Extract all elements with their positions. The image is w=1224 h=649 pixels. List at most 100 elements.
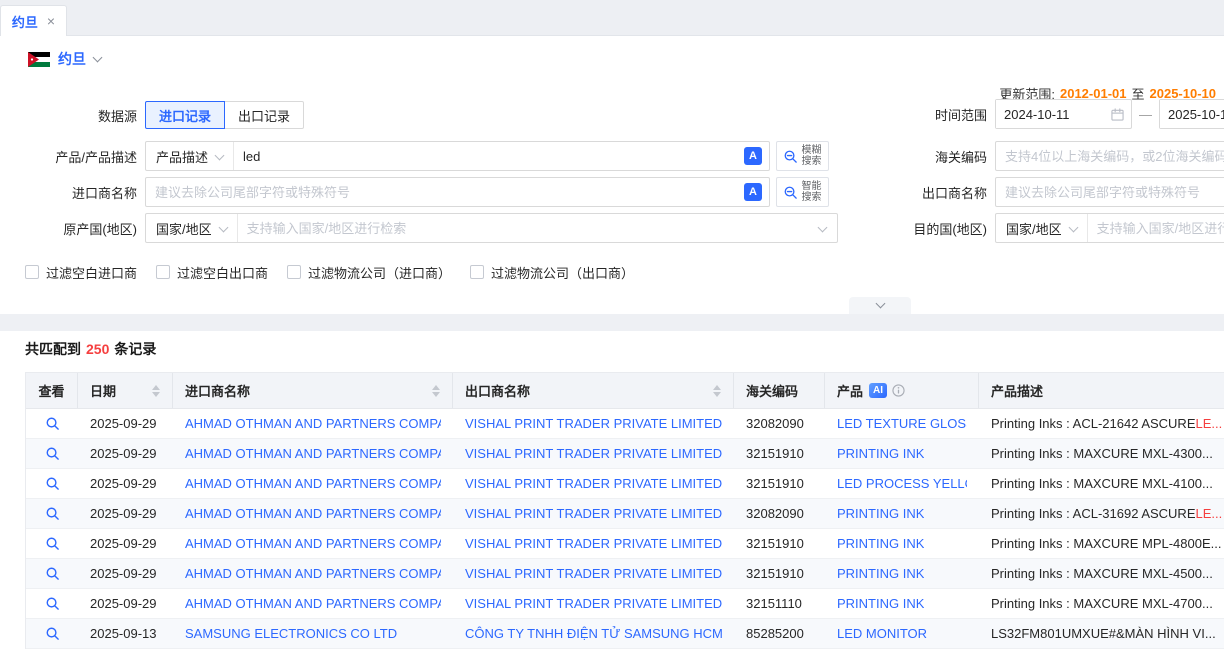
results-table: 查看 日期 进口商名称 出口商名称 海关编码 产品 AI 产品描述 [25,372,1224,649]
tab-export-records[interactable]: 出口记录 [224,101,304,129]
importer-search-input[interactable] [146,178,742,206]
importer-link[interactable]: AHMAD OTHMAN AND PARTNERS COMPA... [185,476,441,491]
importer-link[interactable]: AHMAD OTHMAN AND PARTNERS COMPA... [185,536,441,551]
cell-view [26,439,78,468]
view-record-icon[interactable] [45,566,60,581]
cell-description: Printing Inks : MAXCURE MXL-4100... [979,469,1224,498]
importer-link[interactable]: AHMAD OTHMAN AND PARTNERS COMPA... [185,506,441,521]
origin-row: 原产国(地区) 国家/地区 [0,213,838,243]
origin-label: 原产国(地区) [0,219,145,238]
translate-icon[interactable]: A [744,147,762,165]
table-row: 2025-09-29 AHMAD OTHMAN AND PARTNERS COM… [26,469,1224,499]
importer-link[interactable]: AHMAD OTHMAN AND PARTNERS COMPA... [185,446,441,461]
view-record-icon[interactable] [45,446,60,461]
col-exporter[interactable]: 出口商名称 [453,373,734,408]
sort-icon[interactable] [152,385,160,397]
view-record-icon[interactable] [45,506,60,521]
record-count: 250 [86,341,109,357]
hs-code-input[interactable] [996,142,1224,170]
exporter-search-input[interactable] [996,178,1224,206]
checkbox-icon[interactable] [25,265,39,279]
browser-tab-jordan[interactable]: 约旦 × [0,5,67,36]
cell-importer: AHMAD OTHMAN AND PARTNERS COMPA... [173,409,453,438]
checkbox-icon[interactable] [156,265,170,279]
cell-date: 2025-09-29 [78,559,173,588]
date-range-separator: — [1139,107,1152,122]
exporter-link[interactable]: VISHAL PRINT TRADER PRIVATE LIMITED [465,416,722,431]
origin-type-select[interactable]: 国家/地区 [146,214,238,242]
product-link[interactable]: PRINTING INK [837,446,924,461]
tab-close-icon[interactable]: × [47,14,55,28]
checkbox-icon[interactable] [287,265,301,279]
hs-code-field [995,141,1224,171]
importer-link[interactable]: AHMAD OTHMAN AND PARTNERS COMPA... [185,416,441,431]
smart-search-button[interactable]: 智能搜索 [776,177,829,207]
cell-hs-code: 32151910 [734,469,825,498]
filter-empty-importer[interactable]: 过滤空白进口商 [25,263,137,282]
product-link[interactable]: LED TEXTURE GLOSS ... [837,416,967,431]
view-record-icon[interactable] [45,476,60,491]
date-to-input[interactable] [1159,99,1224,129]
product-link[interactable]: PRINTING INK [837,506,924,521]
filter-logistics-importer[interactable]: 过滤物流公司（进口商） [287,263,451,282]
exporter-label: 出口商名称 [850,183,995,202]
cell-description: Printing Inks : MAXCURE MXL-4500... [979,559,1224,588]
exporter-link[interactable]: VISHAL PRINT TRADER PRIVATE LIMITED [465,446,722,461]
cell-description: Printing Inks : MAXCURE MXL-4300... [979,439,1224,468]
importer-link[interactable]: AHMAD OTHMAN AND PARTNERS COMPA... [185,566,441,581]
product-link[interactable]: LED PROCESS YELLOW... [837,476,967,491]
date-from-input[interactable] [995,99,1132,129]
col-importer[interactable]: 进口商名称 [173,373,453,408]
product-link[interactable]: PRINTING INK [837,566,924,581]
fuzzy-search-button[interactable]: 模糊搜索 [776,141,829,171]
destination-search-input[interactable] [1088,214,1224,242]
calendar-icon [1111,108,1124,121]
country-selector[interactable]: 约旦 [28,49,101,69]
product-link[interactable]: LED MONITOR [837,626,927,641]
view-record-icon[interactable] [45,416,60,431]
cell-exporter: VISHAL PRINT TRADER PRIVATE LIMITED [453,529,734,558]
exporter-link[interactable]: VISHAL PRINT TRADER PRIVATE LIMITED [465,506,722,521]
table-row: 2025-09-29 AHMAD OTHMAN AND PARTNERS COM… [26,499,1224,529]
product-link[interactable]: PRINTING INK [837,596,924,611]
exporter-link[interactable]: VISHAL PRINT TRADER PRIVATE LIMITED [465,476,722,491]
exporter-field [995,177,1224,207]
importer-link[interactable]: AHMAD OTHMAN AND PARTNERS COMPA... [185,596,441,611]
filter-checkboxes: 过滤空白进口商 过滤空白出口商 过滤物流公司（进口商） 过滤物流公司（出口商） [25,263,634,281]
exporter-link[interactable]: VISHAL PRINT TRADER PRIVATE LIMITED [465,596,722,611]
cell-hs-code: 32082090 [734,409,825,438]
filter-empty-exporter[interactable]: 过滤空白出口商 [156,263,268,282]
view-record-icon[interactable] [45,596,60,611]
product-search-input[interactable] [234,142,742,170]
translate-icon[interactable]: A [744,183,762,201]
date-from-value[interactable] [996,100,1111,128]
tab-import-records[interactable]: 进口记录 [145,101,225,129]
exporter-link[interactable]: VISHAL PRINT TRADER PRIVATE LIMITED [465,566,722,581]
hs-code-label: 海关编码 [850,147,995,166]
section-divider [0,314,1224,331]
checkbox-icon[interactable] [470,265,484,279]
date-to-value[interactable] [1160,100,1224,128]
view-record-icon[interactable] [45,536,60,551]
exporter-link[interactable]: CÔNG TY TNHH ĐIỆN TỬ SAMSUNG HCMC... [465,626,722,641]
product-link[interactable]: PRINTING INK [837,536,924,551]
cell-exporter: VISHAL PRINT TRADER PRIVATE LIMITED [453,559,734,588]
cell-importer: AHMAD OTHMAN AND PARTNERS COMPA... [173,439,453,468]
sort-icon[interactable] [432,385,440,397]
view-record-icon[interactable] [45,626,60,641]
exporter-link[interactable]: VISHAL PRINT TRADER PRIVATE LIMITED [465,536,722,551]
product-type-select[interactable]: 产品描述 [146,142,234,170]
origin-search-input[interactable] [238,214,815,242]
product-label: 产品/产品描述 [0,147,145,166]
filter-logistics-exporter[interactable]: 过滤物流公司（出口商） [470,263,634,282]
importer-link[interactable]: SAMSUNG ELECTRONICS CO LTD [185,626,397,641]
chevron-down-icon [818,222,828,232]
hs-code-row: 海关编码 [850,141,1224,171]
destination-type-select[interactable]: 国家/地区 [996,214,1088,242]
table-body: 2025-09-29 AHMAD OTHMAN AND PARTNERS COM… [26,409,1224,649]
collapse-panel-button[interactable] [849,297,911,314]
table-row: 2025-09-13 SAMSUNG ELECTRONICS CO LTD CÔ… [26,619,1224,649]
sort-icon[interactable] [713,385,721,397]
info-icon[interactable] [892,384,905,397]
col-date[interactable]: 日期 [78,373,173,408]
